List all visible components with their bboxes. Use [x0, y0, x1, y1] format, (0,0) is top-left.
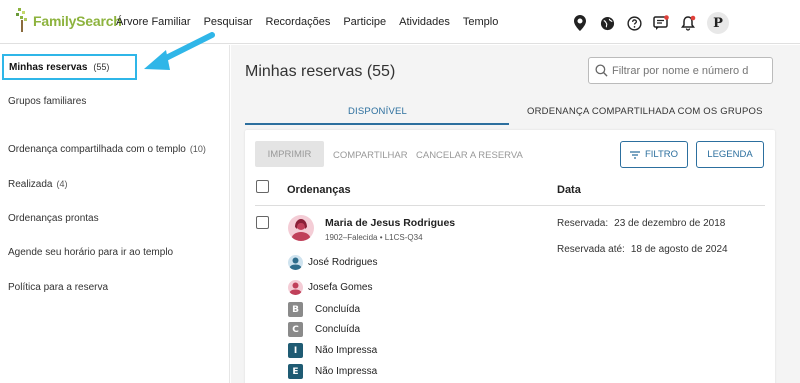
baptism-badge: B: [288, 302, 303, 317]
filter-button-label: FILTRO: [644, 149, 679, 160]
sidebar-item-count: (10): [189, 144, 206, 154]
baptism-status: Concluída: [315, 304, 361, 315]
sidebar: Minhas reservas (55) Grupos familiares Or…: [0, 45, 230, 383]
notifications-icon[interactable]: [678, 13, 698, 33]
reserved-label: Reservada:: [557, 218, 609, 229]
sidebar-item-label: Política para a reserva: [8, 282, 109, 293]
column-header-ordinances: Ordenanças: [287, 184, 351, 196]
tab-shared-with-groups[interactable]: ORDENANÇA COMPARTILHADA COM OS GRUPOS: [527, 106, 763, 117]
reserved-until-date: Reservada até: 18 de agosto de 2024: [557, 244, 728, 255]
share-button[interactable]: COMPARTILHAR: [333, 150, 408, 161]
legend-button[interactable]: LEGENDA: [696, 141, 764, 168]
logo-text: FamilySearch: [33, 13, 122, 29]
nav-activities[interactable]: Atividades: [399, 16, 450, 28]
location-pin-icon[interactable]: [570, 13, 590, 33]
nav-get-involved[interactable]: Participe: [343, 16, 386, 28]
sidebar-item-label: Grupos familiares: [8, 96, 87, 107]
main-nav: Árvore Familiar Pesquisar Recordações Pa…: [116, 16, 511, 28]
confirmation-badge: C: [288, 322, 303, 337]
messages-icon[interactable]: [651, 13, 671, 33]
nav-search[interactable]: Pesquisar: [204, 16, 253, 28]
person-name[interactable]: Maria de Jesus Rodrigues: [325, 217, 455, 229]
sidebar-item-label: Ordenança compartilhada com o templo: [8, 144, 186, 155]
male-avatar-icon: [288, 255, 303, 270]
reserved-until-value: 18 de agosto de 2024: [630, 244, 728, 255]
sidebar-item-count: (55): [93, 62, 110, 72]
filter-input[interactable]: [612, 64, 772, 77]
user-avatar[interactable]: P: [707, 12, 729, 34]
filter-icon: [629, 150, 640, 159]
sidebar-item-completed[interactable]: Realizada (4): [8, 179, 67, 190]
main-content: Minhas reservas (55) DISPONÍVEL ORDENANÇ…: [231, 45, 800, 383]
tree-logo-icon: [14, 6, 32, 36]
sidebar-item-my-reservations[interactable]: Minhas reservas (55): [2, 54, 137, 80]
cancel-reservation-button[interactable]: CANCELAR A RESERVA: [416, 150, 523, 161]
sidebar-item-family-groups[interactable]: Grupos familiares: [8, 96, 86, 107]
help-icon[interactable]: [624, 13, 644, 33]
female-avatar-icon: [288, 280, 303, 295]
endowment-badge: E: [288, 364, 303, 379]
globe-icon[interactable]: [597, 13, 617, 33]
tab-available[interactable]: DISPONÍVEL: [245, 100, 509, 125]
nav-family-tree[interactable]: Árvore Familiar: [116, 16, 191, 28]
female-avatar-icon: [288, 215, 314, 241]
filter-search-box[interactable]: [588, 57, 773, 84]
annotation-arrow-icon: [144, 32, 215, 70]
print-button[interactable]: IMPRIMIR: [255, 141, 324, 167]
sidebar-item-label: Ordenanças prontas: [8, 213, 99, 224]
tab-label: DISPONÍVEL: [348, 106, 408, 117]
row-checkbox[interactable]: [256, 216, 269, 229]
reservations-card: IMPRIMIR COMPARTILHAR CANCELAR A RESERVA…: [245, 130, 775, 383]
initiatory-status: Não Impressa: [315, 345, 378, 356]
mother-name[interactable]: Josefa Gomes: [308, 282, 372, 293]
sidebar-item-shared-with-temple[interactable]: Ordenança compartilhada com o templo (10): [8, 144, 206, 155]
nav-temple[interactable]: Templo: [463, 16, 498, 28]
confirmation-status: Concluída: [315, 324, 361, 335]
top-navigation-bar: FamilySearch Árvore Familiar Pesquisar R…: [0, 0, 800, 44]
reserved-until-label: Reservada até:: [557, 244, 625, 255]
person-lifespan-id: 1902–Falecida • L1CS-Q34: [325, 233, 423, 242]
familysearch-logo[interactable]: FamilySearch: [14, 6, 122, 36]
sidebar-item-schedule-temple[interactable]: Agende seu horário para ir ao templo: [8, 247, 173, 258]
search-icon: [595, 64, 608, 77]
reserved-value: 23 de dezembro de 2018: [614, 218, 726, 229]
sidebar-item-label: Realizada: [8, 179, 53, 190]
endowment-status: Não Impressa: [315, 366, 378, 377]
father-name[interactable]: José Rodrigues: [308, 257, 377, 268]
page-title: Minhas reservas (55): [245, 63, 396, 80]
tabs: DISPONÍVEL ORDENANÇA COMPARTILHADA COM O…: [245, 100, 787, 125]
filter-button[interactable]: FILTRO: [620, 141, 688, 168]
sidebar-item-count: (4): [56, 179, 68, 189]
select-all-checkbox[interactable]: [256, 180, 269, 193]
sidebar-item-reservation-policy[interactable]: Política para a reserva: [8, 282, 108, 293]
sidebar-item-ready-ordinances[interactable]: Ordenanças prontas: [8, 213, 99, 224]
reserved-date: Reservada: 23 de dezembro de 2018: [557, 218, 725, 229]
sidebar-item-label: Minhas reservas: [9, 62, 88, 73]
sidebar-item-label: Agende seu horário para ir ao templo: [8, 247, 174, 258]
column-header-date: Data: [557, 184, 581, 196]
initiatory-badge: I: [288, 343, 303, 358]
divider: [255, 205, 765, 206]
nav-memories[interactable]: Recordações: [266, 16, 331, 28]
